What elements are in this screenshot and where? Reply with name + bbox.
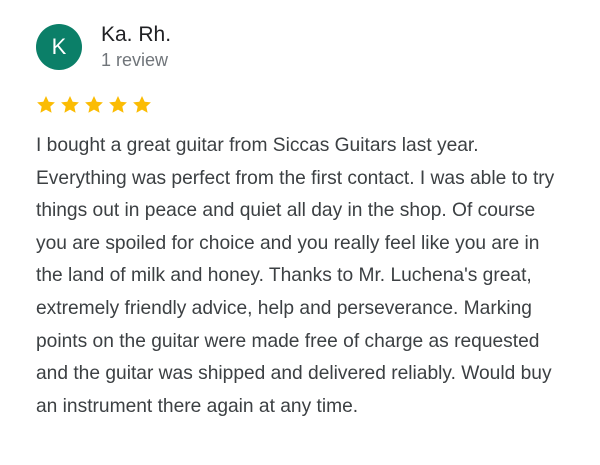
review-count: 1 review — [101, 50, 169, 70]
reviewer-name[interactable]: Ka. Rh. — [101, 22, 171, 48]
star-icon — [61, 96, 79, 113]
star-rating — [35, 94, 153, 120]
star-icon — [85, 96, 103, 113]
star-icon — [37, 96, 55, 113]
review-card: K Ka. Rh. 1 review I bought a great guit… — [0, 0, 600, 465]
avatar-initial: K — [51, 34, 67, 59]
review-text: I bought a great guitar from Siccas Guit… — [36, 135, 555, 417]
star-icon — [109, 96, 127, 113]
reviewer-avatar[interactable]: K — [36, 24, 82, 70]
star-icon — [133, 96, 151, 113]
